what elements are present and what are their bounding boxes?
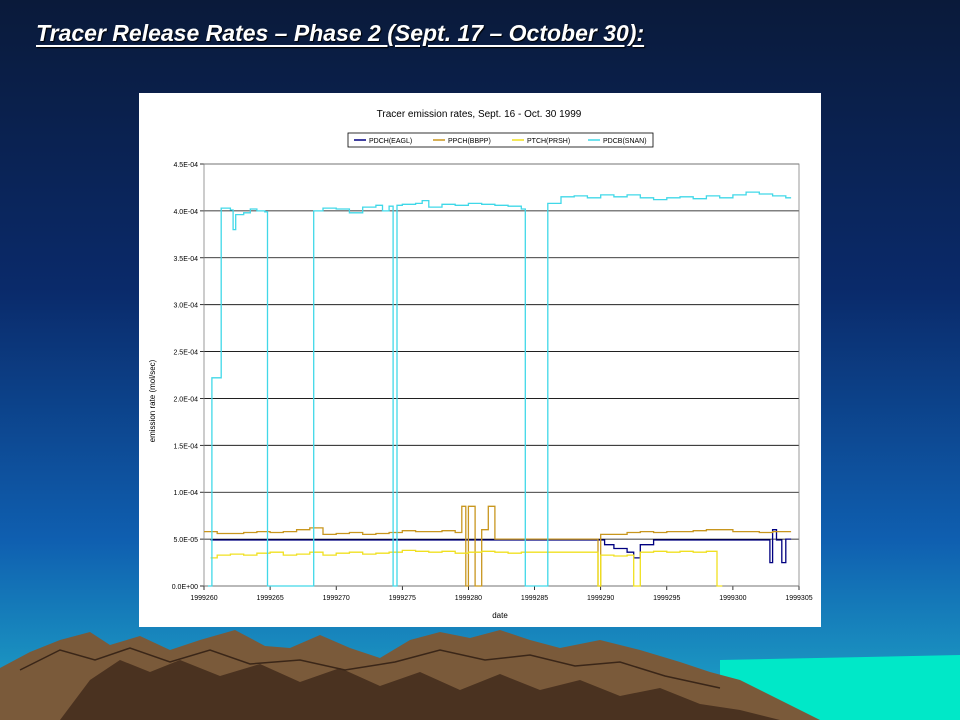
- mountain-landscape: [0, 630, 960, 720]
